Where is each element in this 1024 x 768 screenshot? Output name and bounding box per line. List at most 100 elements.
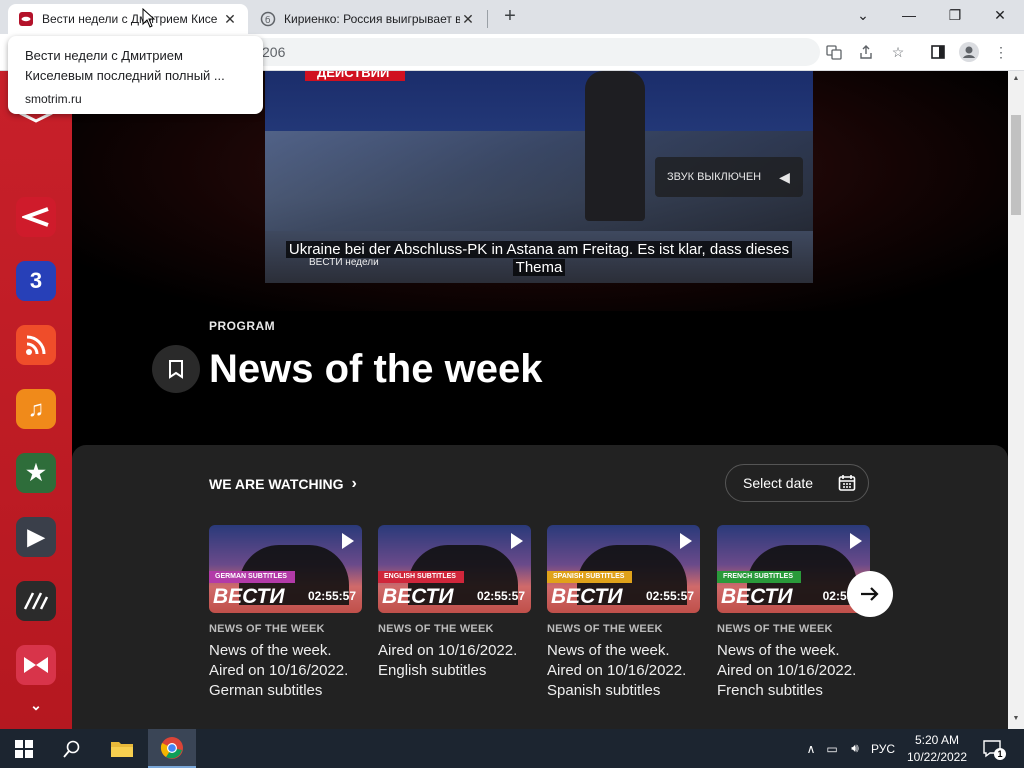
notification-center-button[interactable]: 1	[982, 738, 1006, 760]
we-are-watching-link[interactable]: WE ARE WATCHING ›	[209, 475, 357, 493]
url-text: 206	[262, 44, 286, 60]
video-duration: 02:55:57	[476, 589, 525, 603]
folder-icon	[111, 741, 133, 757]
bookmark-icon	[169, 360, 183, 379]
tooltip-url: smotrim.ru	[25, 92, 82, 106]
chevron-up-icon[interactable]: ∧	[802, 742, 820, 756]
close-window-button[interactable]: ✕	[985, 3, 1015, 27]
share-icon[interactable]	[855, 41, 877, 63]
music-icon[interactable]: ♫	[16, 389, 56, 429]
card-kicker: NEWS OF THE WEEK	[547, 623, 663, 635]
tooltip-title: Вести недели с Дмитрием Киселевым послед…	[25, 48, 225, 83]
subtitle-badge: GERMAN SUBTITLES	[209, 571, 295, 583]
card-title-line: Spanish subtitles	[547, 682, 661, 699]
tab-inactive[interactable]: б Кириенко: Россия выигрывает вой ✕	[250, 4, 486, 34]
arrow-right-icon	[861, 587, 879, 601]
smotrim-favicon-icon	[18, 11, 34, 27]
tab-title: Кириенко: Россия выигрывает вой	[284, 12, 460, 26]
windows-logo-icon	[15, 739, 33, 758]
video-duration: 02:55:57	[645, 589, 694, 603]
vesti-logo: ВЕСТИ	[382, 585, 454, 608]
file-explorer-button[interactable]	[98, 729, 146, 768]
card-title[interactable]: News of the week. Aired on 10/16/2022. S…	[547, 641, 700, 701]
subtitle-caption: Ukraine bei der Abschluss-PK in Astana a…	[265, 241, 813, 277]
caption-line-2: Thema	[512, 259, 566, 276]
mouse-cursor-icon	[142, 7, 156, 33]
card-title-line: German subtitles	[209, 682, 323, 699]
carousel-next-button[interactable]	[847, 571, 893, 617]
search-icon	[63, 740, 80, 758]
video-card[interactable]: SPANISH SUBTITLES ВЕСТИ 02:55:57 NEWS OF…	[547, 525, 700, 701]
card-title-line: Aired on 10/16/2022.	[717, 662, 857, 679]
chrome-icon	[160, 736, 183, 759]
chevron-down-icon[interactable]: ⌄	[16, 693, 56, 717]
chevrons-channel-icon[interactable]	[16, 581, 56, 621]
profile-avatar-icon[interactable]	[958, 41, 980, 63]
card-title-line: News of the week.	[209, 642, 332, 659]
clock[interactable]: 5:20 AM 10/22/2022	[902, 732, 972, 766]
tab-search-icon[interactable]: ⌄	[848, 3, 878, 27]
scroll-thumb[interactable]	[1011, 115, 1021, 215]
language-indicator[interactable]: РУС	[866, 742, 900, 756]
caption-line-1: Ukraine bei der Abschluss-PK in Astana a…	[285, 241, 793, 258]
volume-icon[interactable]: 🔊︎	[844, 741, 866, 756]
chrome-taskbar-button[interactable]	[148, 729, 196, 768]
start-button[interactable]	[0, 729, 48, 768]
app-sidebar: 3 ♫ ★ ▶ ⌄	[0, 71, 72, 729]
play-channel-icon[interactable]: ▶	[16, 517, 56, 557]
card-title[interactable]: News of the week. Aired on 10/16/2022. F…	[717, 641, 870, 701]
watching-heading: WE ARE WATCHING	[209, 476, 344, 492]
card-kicker: NEWS OF THE WEEK	[717, 623, 833, 635]
card-title-line: News of the week.	[717, 642, 840, 659]
tab-title: Вести недели с Дмитрием Кисе	[42, 12, 218, 26]
new-tab-button[interactable]: +	[498, 5, 522, 29]
mute-indicator[interactable]: ЗВУК ВЫКЛЮЧЕН ◀	[655, 157, 803, 197]
russia1-icon[interactable]	[16, 197, 56, 237]
video-card[interactable]: ENGLISH SUBTITLES ВЕСТИ 02:55:57 NEWS OF…	[378, 525, 531, 681]
podcast-rss-icon[interactable]	[16, 325, 56, 365]
subtitle-badge: FRENCH SUBTITLES	[717, 571, 801, 583]
play-icon	[850, 533, 862, 549]
channel-3-icon[interactable]: 3	[16, 261, 56, 301]
video-player[interactable]: ДЕЙСТВИЙ ЗВУК ВЫКЛЮЧЕН ◀ ВЕСТИ недели Uk…	[265, 71, 813, 283]
video-card[interactable]: GERMAN SUBTITLES ВЕСТИ 02:55:57 NEWS OF …	[209, 525, 362, 701]
scroll-up-icon[interactable]: ▲	[1012, 75, 1020, 82]
notification-count: 1	[994, 748, 1006, 760]
bowtie-channel-icon[interactable]	[16, 645, 56, 685]
card-title-line: English subtitles	[378, 662, 487, 679]
kebab-menu-icon[interactable]: ⋮	[990, 41, 1012, 63]
select-date-button[interactable]: Select date	[725, 464, 869, 502]
program-label: PROGRAM	[209, 319, 276, 333]
video-banner-text: ДЕЙСТВИЙ	[317, 71, 390, 80]
page-scrollbar[interactable]: ▲ ▼	[1008, 71, 1024, 729]
scroll-down-icon[interactable]: ▼	[1012, 715, 1020, 722]
system-tray: ∧ ▭ 🔊︎ РУС	[802, 729, 900, 768]
card-title[interactable]: Aired on 10/16/2022. English subtitles	[378, 641, 531, 681]
bookmark-button[interactable]	[152, 345, 200, 393]
restore-button[interactable]: ❐	[940, 3, 970, 27]
network-icon[interactable]: ▭	[820, 742, 844, 756]
clock-date: 10/22/2022	[906, 750, 968, 764]
search-button[interactable]	[48, 729, 96, 768]
tab-close-icon[interactable]: ✕	[222, 11, 238, 28]
subtitle-badge: ENGLISH SUBTITLES	[378, 571, 464, 583]
card-kicker: NEWS OF THE WEEK	[378, 623, 494, 635]
card-title[interactable]: News of the week. Aired on 10/16/2022. G…	[209, 641, 362, 701]
tab-active[interactable]: Вести недели с Дмитрием Кисе ✕	[8, 4, 248, 34]
windows-taskbar: ∧ ▭ 🔊︎ РУС 5:20 AM 10/22/2022 1	[0, 729, 1024, 768]
vesti-logo: ВЕСТИ	[551, 585, 623, 608]
vesti-logo: ВЕСТИ	[213, 585, 285, 608]
translate-icon[interactable]	[823, 41, 845, 63]
side-panel-icon[interactable]	[927, 41, 949, 63]
video-card[interactable]: FRENCH SUBTITLES ВЕСТИ 02:55:5 NEWS OF T…	[717, 525, 870, 701]
play-icon	[511, 533, 523, 549]
clock-time: 5:20 AM	[914, 733, 960, 747]
bookmark-star-icon[interactable]: ☆	[887, 41, 909, 63]
card-title-line: Aired on 10/16/2022.	[378, 642, 518, 659]
minimize-button[interactable]: —	[894, 3, 924, 27]
card-title-line: News of the week.	[547, 642, 670, 659]
tab-close-icon[interactable]: ✕	[460, 11, 476, 28]
svg-text:б: б	[265, 16, 271, 26]
video-thumbnail: SPANISH SUBTITLES ВЕСТИ 02:55:57	[547, 525, 700, 613]
star-channel-icon[interactable]: ★	[16, 453, 56, 493]
